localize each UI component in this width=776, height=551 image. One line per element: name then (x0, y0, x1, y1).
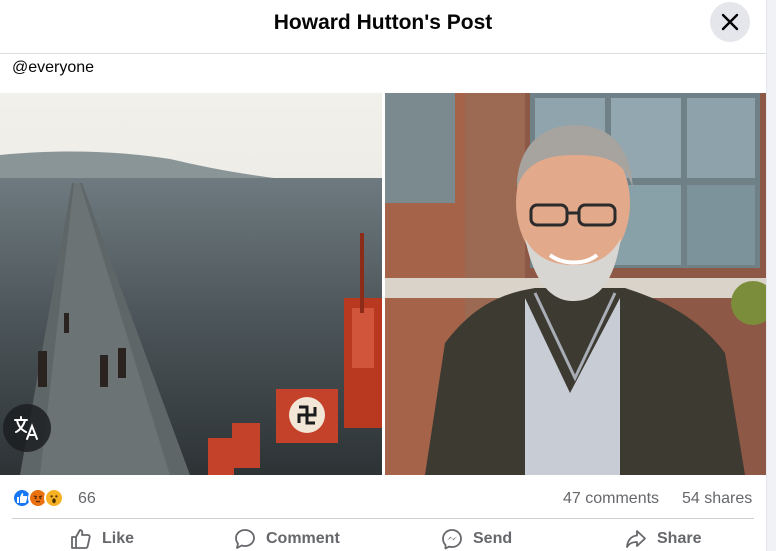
comment-icon (235, 529, 255, 549)
dialog-title: Howard Hutton's Post (273, 11, 493, 34)
post-stats: 66 47 comments 54 shares (0, 484, 766, 514)
shares-count[interactable]: 54 shares (682, 490, 752, 508)
wow-reaction-icon (44, 488, 64, 508)
close-icon (721, 13, 739, 31)
share-icon (626, 530, 646, 548)
translate-icon (14, 416, 38, 440)
post-actions: Like Comment Send Share (0, 524, 766, 551)
like-button[interactable]: Like (70, 528, 134, 550)
share-label: Share (657, 530, 702, 547)
comment-button[interactable]: Comment (234, 528, 340, 550)
share-button[interactable]: Share (625, 528, 701, 550)
comment-label: Comment (266, 530, 340, 547)
translate-button[interactable] (3, 404, 51, 452)
send-button[interactable]: Send (441, 528, 512, 550)
comments-count[interactable]: 47 comments (563, 490, 659, 508)
like-label: Like (102, 530, 135, 547)
scrollbar[interactable] (766, 0, 776, 551)
messenger-icon (442, 529, 462, 550)
post-photo-crowd[interactable] (0, 93, 382, 475)
send-label: Send (473, 530, 513, 547)
post-text: @everyone (12, 59, 95, 76)
divider (12, 518, 754, 519)
close-button[interactable] (710, 2, 750, 42)
post-photo-portrait[interactable] (385, 93, 766, 475)
post-dialog-header: Howard Hutton's Post (0, 0, 766, 54)
thumbs-up-icon (71, 529, 91, 549)
reaction-count[interactable]: 66 (78, 490, 96, 508)
reaction-icons[interactable] (12, 487, 64, 509)
